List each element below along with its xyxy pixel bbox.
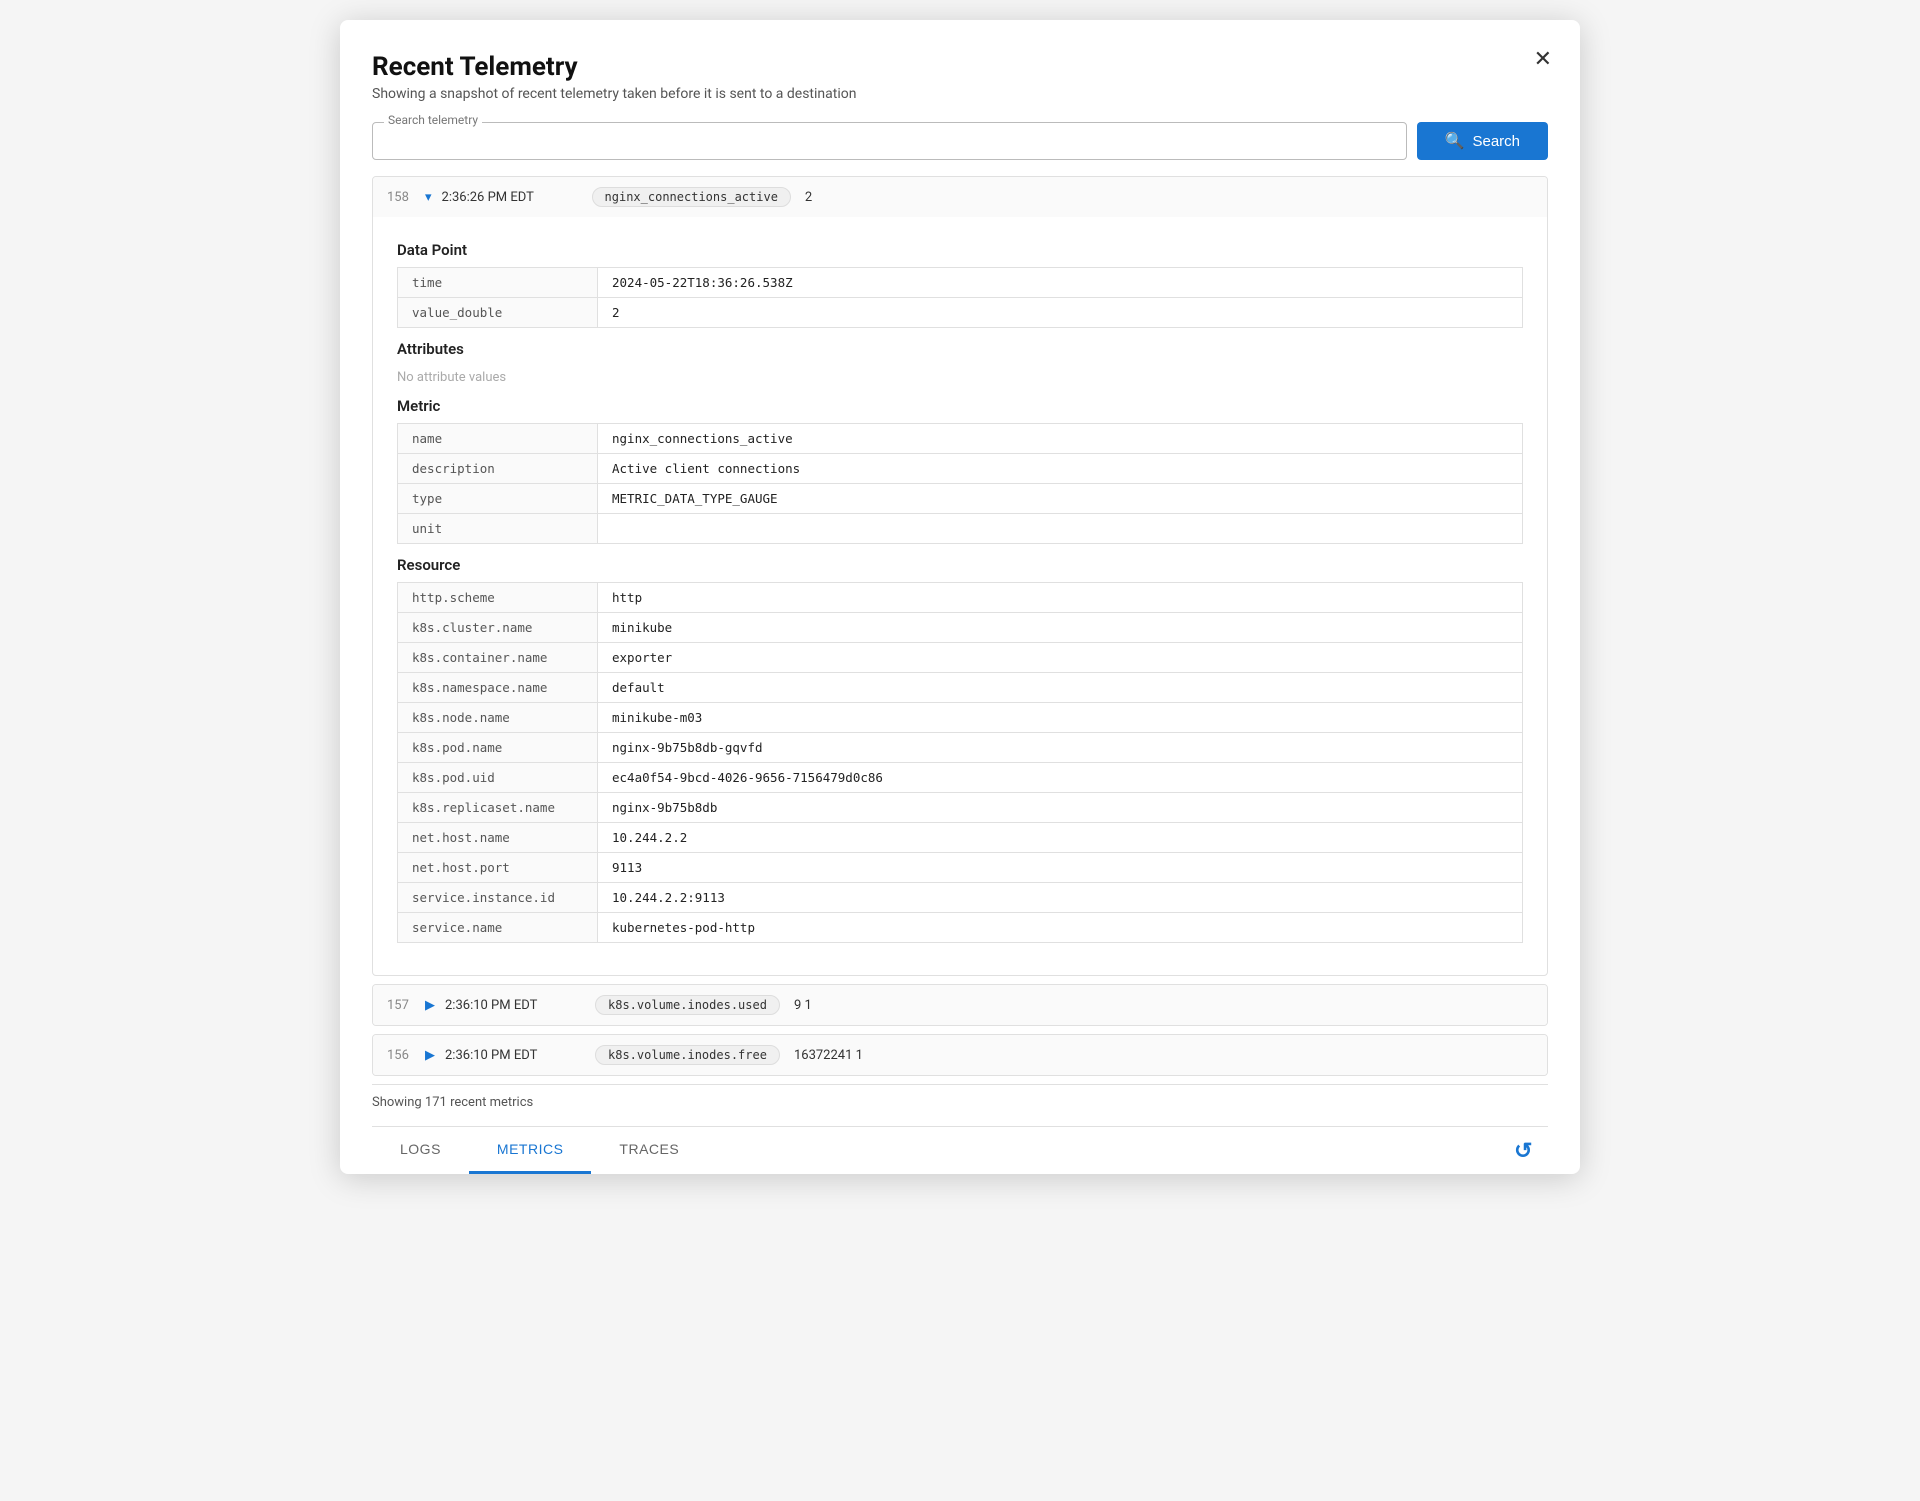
table-row: k8s.node.nameminikube-m03 (398, 703, 1523, 733)
telemetry-row-header-156[interactable]: 156 ▶ 2:36:10 PM EDT k8s.volume.inodes.f… (373, 1035, 1547, 1075)
table-row: name nginx_connections_active (398, 424, 1523, 454)
table-row: value_double 2 (398, 298, 1523, 328)
section-title-datapoint: Data Point (397, 241, 1523, 259)
row-time: 2:36:10 PM EDT (445, 1048, 585, 1063)
table-row: net.host.port9113 (398, 853, 1523, 883)
refresh-button[interactable]: ↻ (1498, 1128, 1548, 1174)
no-attribute-values: No attribute values (397, 366, 1523, 389)
refresh-icon: ↻ (1514, 1138, 1532, 1164)
section-title-resource: Resource (397, 556, 1523, 574)
row-time: 2:36:10 PM EDT (445, 998, 585, 1013)
table-row: k8s.pod.namenginx-9b75b8db-gqvfd (398, 733, 1523, 763)
metric-table: name nginx_connections_active descriptio… (397, 423, 1523, 544)
table-row: type METRIC_DATA_TYPE_GAUGE (398, 484, 1523, 514)
row-tag: nginx_connections_active (592, 187, 791, 207)
close-button[interactable]: ✕ (1534, 48, 1552, 70)
modal-subtitle: Showing a snapshot of recent telemetry t… (372, 86, 1548, 102)
tab-logs[interactable]: LOGS (372, 1127, 469, 1174)
table-row: net.host.name10.244.2.2 (398, 823, 1523, 853)
row-number: 157 (387, 998, 415, 1013)
row-number: 158 (387, 190, 415, 205)
search-label: Search telemetry (384, 113, 482, 127)
row-time: 2:36:26 PM EDT (442, 190, 582, 205)
metric-name: nginx_connections_active (598, 424, 1523, 454)
telemetry-row-header-157[interactable]: 157 ▶ 2:36:10 PM EDT k8s.volume.inodes.u… (373, 985, 1547, 1025)
dp-key-value: value_double (398, 298, 598, 328)
table-row: description Active client connections (398, 454, 1523, 484)
collapse-icon: ▾ (425, 190, 432, 205)
metric-type: METRIC_DATA_TYPE_GAUGE (598, 484, 1523, 514)
table-row: http.schemehttp (398, 583, 1523, 613)
search-section: Search telemetry 🔍 Search (372, 122, 1548, 160)
recent-telemetry-modal: Recent Telemetry Showing a snapshot of r… (340, 20, 1580, 1174)
section-title-metric: Metric (397, 397, 1523, 415)
metric-unit (598, 514, 1523, 544)
table-row: k8s.pod.uidec4a0f54-9bcd-4026-9656-71564… (398, 763, 1523, 793)
dp-val-value: 2 (598, 298, 1523, 328)
table-row: k8s.replicaset.namenginx-9b75b8db (398, 793, 1523, 823)
footer-bar: Showing 171 recent metrics (372, 1084, 1548, 1124)
table-row: service.instance.id10.244.2.2:9113 (398, 883, 1523, 913)
expand-icon: ▶ (425, 998, 435, 1013)
resource-table: http.schemehttp k8s.cluster.nameminikube… (397, 582, 1523, 943)
dp-val-time: 2024-05-22T18:36:26.538Z (598, 268, 1523, 298)
tabs-row: LOGS METRICS TRACES ↻ (372, 1126, 1548, 1174)
tab-traces[interactable]: TRACES (591, 1127, 707, 1174)
table-row: k8s.cluster.nameminikube (398, 613, 1523, 643)
row-tag: k8s.volume.inodes.used (595, 995, 780, 1015)
section-title-attributes: Attributes (397, 340, 1523, 358)
metric-description: Active client connections (598, 454, 1523, 484)
modal-title: Recent Telemetry (372, 52, 1548, 82)
tab-metrics[interactable]: METRICS (469, 1127, 592, 1174)
expanded-content-158: Data Point time 2024-05-22T18:36:26.538Z… (373, 217, 1547, 975)
data-point-table: time 2024-05-22T18:36:26.538Z value_doub… (397, 267, 1523, 328)
search-input[interactable] (372, 122, 1407, 160)
row-value: 9 1 (794, 998, 812, 1013)
dp-key-time: time (398, 268, 598, 298)
table-row: service.namekubernetes-pod-http (398, 913, 1523, 943)
table-row: k8s.namespace.namedefault (398, 673, 1523, 703)
search-button[interactable]: 🔍 Search (1417, 122, 1548, 160)
search-icon: 🔍 (1445, 131, 1465, 151)
telemetry-row: 156 ▶ 2:36:10 PM EDT k8s.volume.inodes.f… (372, 1034, 1548, 1076)
row-value: 2 (805, 190, 812, 205)
expand-icon: ▶ (425, 1048, 435, 1063)
modal-header: Recent Telemetry Showing a snapshot of r… (372, 52, 1548, 102)
table-row: k8s.container.nameexporter (398, 643, 1523, 673)
row-tag: k8s.volume.inodes.free (595, 1045, 780, 1065)
row-number: 156 (387, 1048, 415, 1063)
telemetry-row: 158 ▾ 2:36:26 PM EDT nginx_connections_a… (372, 176, 1548, 976)
close-icon: ✕ (1534, 46, 1552, 71)
telemetry-list: 158 ▾ 2:36:26 PM EDT nginx_connections_a… (372, 176, 1548, 1076)
row-value: 16372241 1 (794, 1048, 863, 1063)
telemetry-row-header-158[interactable]: 158 ▾ 2:36:26 PM EDT nginx_connections_a… (373, 177, 1547, 217)
table-row: time 2024-05-22T18:36:26.538Z (398, 268, 1523, 298)
table-row: unit (398, 514, 1523, 544)
showing-text: Showing 171 recent metrics (372, 1095, 533, 1110)
telemetry-row: 157 ▶ 2:36:10 PM EDT k8s.volume.inodes.u… (372, 984, 1548, 1026)
